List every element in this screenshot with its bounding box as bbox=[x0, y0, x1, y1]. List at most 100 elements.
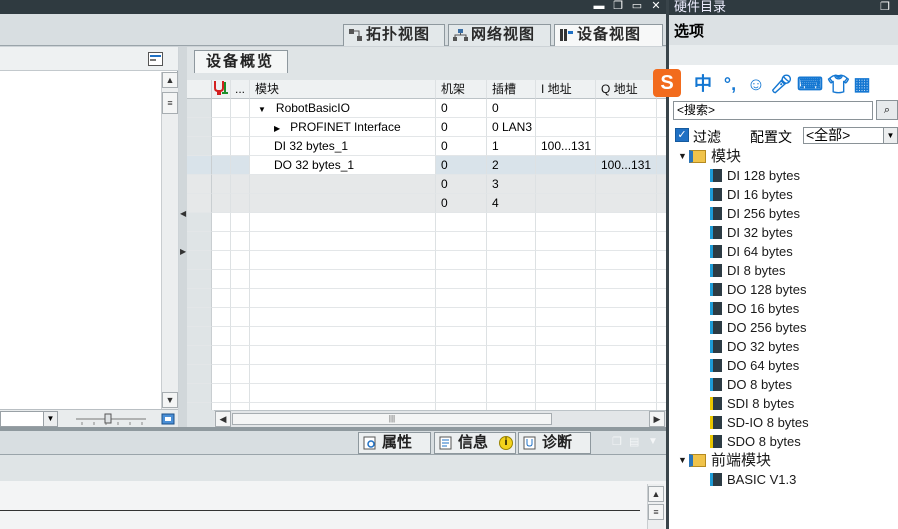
module-cell[interactable] bbox=[250, 175, 436, 194]
i-address-cell[interactable] bbox=[536, 118, 596, 137]
scroll-up-icon[interactable]: ▲ bbox=[648, 486, 664, 502]
close-icon[interactable]: ✕ bbox=[649, 0, 663, 13]
q-address-cell[interactable] bbox=[596, 384, 657, 403]
catalog-item[interactable]: SDI 8 bytes bbox=[669, 394, 898, 413]
slot-cell[interactable] bbox=[487, 327, 536, 346]
profile-select[interactable]: <全部> ▼ bbox=[803, 127, 898, 144]
column-header-i-address[interactable]: I 地址 bbox=[536, 80, 596, 99]
catalog-search-input[interactable]: <搜索> bbox=[673, 101, 873, 120]
i-address-cell[interactable] bbox=[536, 251, 596, 270]
rack-cell[interactable] bbox=[436, 232, 487, 251]
table-row[interactable] bbox=[187, 270, 666, 289]
rack-cell[interactable]: 0 bbox=[436, 118, 487, 137]
module-cell[interactable] bbox=[250, 403, 436, 410]
collapse-left-icon[interactable]: ◀ bbox=[180, 209, 186, 218]
skin-icon[interactable]: 👕︎ bbox=[827, 72, 850, 96]
rack-cell[interactable] bbox=[436, 327, 487, 346]
catalog-item[interactable]: BASIC V1.3 bbox=[669, 470, 898, 489]
expand-down-icon[interactable]: ▼ bbox=[678, 147, 687, 166]
module-cell[interactable] bbox=[250, 327, 436, 346]
slot-cell[interactable]: 3 bbox=[487, 175, 536, 194]
i-address-cell[interactable] bbox=[536, 327, 596, 346]
catalog-folder[interactable]: ▼ 模块 bbox=[669, 147, 898, 166]
column-header-module[interactable]: 模块 bbox=[250, 80, 436, 99]
catalog-folder[interactable]: ▼ 前端模块 bbox=[669, 451, 898, 470]
catalog-item[interactable]: DO 16 bytes bbox=[669, 299, 898, 318]
vertical-scrollbar[interactable]: ▲ ≡ bbox=[647, 484, 664, 529]
table-row[interactable] bbox=[187, 213, 666, 232]
rack-cell[interactable] bbox=[436, 270, 487, 289]
q-address-cell[interactable] bbox=[596, 118, 657, 137]
i-address-cell[interactable] bbox=[536, 156, 596, 175]
module-cell[interactable]: ▶ PROFINET Interface bbox=[250, 118, 436, 137]
module-cell[interactable] bbox=[250, 346, 436, 365]
collapse-panel-icon[interactable]: ▼ bbox=[648, 436, 658, 447]
punctuation-icon[interactable]: °, bbox=[719, 72, 741, 96]
q-address-cell[interactable] bbox=[596, 137, 657, 156]
q-address-cell[interactable] bbox=[596, 194, 657, 213]
table-row[interactable] bbox=[187, 232, 666, 251]
table-row[interactable]: DO 32 bytes_1 0 2 100...131 bbox=[187, 156, 666, 175]
table-row[interactable]: ▶ PROFINET Interface 0 0 LAN3 bbox=[187, 118, 666, 137]
i-address-cell[interactable] bbox=[536, 213, 596, 232]
scroll-down-icon[interactable]: ▼ bbox=[162, 392, 178, 408]
column-header-q-address[interactable]: Q 地址 bbox=[596, 80, 657, 99]
i-address-cell[interactable] bbox=[536, 308, 596, 327]
q-address-cell[interactable] bbox=[596, 99, 657, 118]
rack-cell[interactable] bbox=[436, 251, 487, 270]
q-address-cell[interactable]: 100...131 bbox=[596, 156, 657, 175]
table-row[interactable] bbox=[187, 384, 666, 403]
q-address-cell[interactable] bbox=[596, 251, 657, 270]
tab-device-overview[interactable]: 设备概览 bbox=[194, 50, 288, 73]
catalog-item[interactable]: DO 64 bytes bbox=[669, 356, 898, 375]
catalog-item[interactable]: DI 64 bytes bbox=[669, 242, 898, 261]
slot-cell[interactable] bbox=[487, 308, 536, 327]
i-address-cell[interactable] bbox=[536, 270, 596, 289]
table-row[interactable] bbox=[187, 327, 666, 346]
scroll-thumb[interactable]: ≡ bbox=[162, 92, 178, 114]
rack-cell[interactable] bbox=[436, 384, 487, 403]
catalog-item[interactable]: DI 8 bytes bbox=[669, 261, 898, 280]
slot-cell[interactable]: 0 LAN3 bbox=[487, 118, 536, 137]
q-address-cell[interactable] bbox=[596, 289, 657, 308]
expand-right-icon[interactable]: ▶ bbox=[180, 247, 186, 256]
q-address-cell[interactable] bbox=[596, 365, 657, 384]
table-row[interactable] bbox=[187, 365, 666, 384]
i-address-cell[interactable] bbox=[536, 346, 596, 365]
rack-cell[interactable] bbox=[436, 365, 487, 384]
table-row[interactable]: DI 32 bytes_1 0 1 100...131 bbox=[187, 137, 666, 156]
q-address-cell[interactable] bbox=[596, 213, 657, 232]
catalog-item[interactable]: DI 16 bytes bbox=[669, 185, 898, 204]
horizontal-scrollbar[interactable]: ◀ ||| ▶ bbox=[214, 410, 666, 427]
overview-icon[interactable] bbox=[148, 52, 163, 66]
scroll-right-icon[interactable]: ▶ bbox=[649, 411, 665, 427]
catalog-item[interactable]: DI 256 bytes bbox=[669, 204, 898, 223]
column-header-more[interactable]: ... bbox=[231, 80, 250, 99]
table-row[interactable] bbox=[187, 308, 666, 327]
catalog-item[interactable]: SD-IO 8 bytes bbox=[669, 413, 898, 432]
slot-cell[interactable] bbox=[487, 365, 536, 384]
rack-cell[interactable]: 0 bbox=[436, 137, 487, 156]
q-address-cell[interactable] bbox=[596, 327, 657, 346]
restore-panel-icon[interactable]: ▤ bbox=[629, 435, 639, 448]
slot-cell[interactable] bbox=[487, 346, 536, 365]
q-address-cell[interactable] bbox=[596, 308, 657, 327]
table-row[interactable]: ▼ RobotBasicIO 0 0 bbox=[187, 99, 666, 118]
q-address-cell[interactable] bbox=[596, 270, 657, 289]
rack-cell[interactable] bbox=[436, 346, 487, 365]
catalog-item[interactable]: DO 256 bytes bbox=[669, 318, 898, 337]
minimize-icon[interactable]: ▬ bbox=[592, 0, 606, 13]
device-graphic-area[interactable]: ▲ ≡ ▼ ▼ bbox=[0, 47, 178, 427]
emoji-icon[interactable]: ☺ bbox=[745, 72, 767, 96]
module-cell[interactable] bbox=[250, 270, 436, 289]
vertical-scrollbar[interactable]: ▲ ≡ ▼ bbox=[161, 72, 178, 409]
window-tile-icon[interactable]: ❐ bbox=[612, 435, 622, 448]
module-cell[interactable] bbox=[250, 194, 436, 213]
table-row[interactable] bbox=[187, 289, 666, 308]
catalog-item[interactable]: SDO 8 bytes bbox=[669, 432, 898, 451]
table-row[interactable]: 03 bbox=[187, 175, 666, 194]
slot-cell[interactable] bbox=[487, 251, 536, 270]
rack-cell[interactable] bbox=[436, 213, 487, 232]
tab-network-view[interactable]: 网络视图 bbox=[448, 24, 551, 46]
catalog-item[interactable]: DO 128 bytes bbox=[669, 280, 898, 299]
